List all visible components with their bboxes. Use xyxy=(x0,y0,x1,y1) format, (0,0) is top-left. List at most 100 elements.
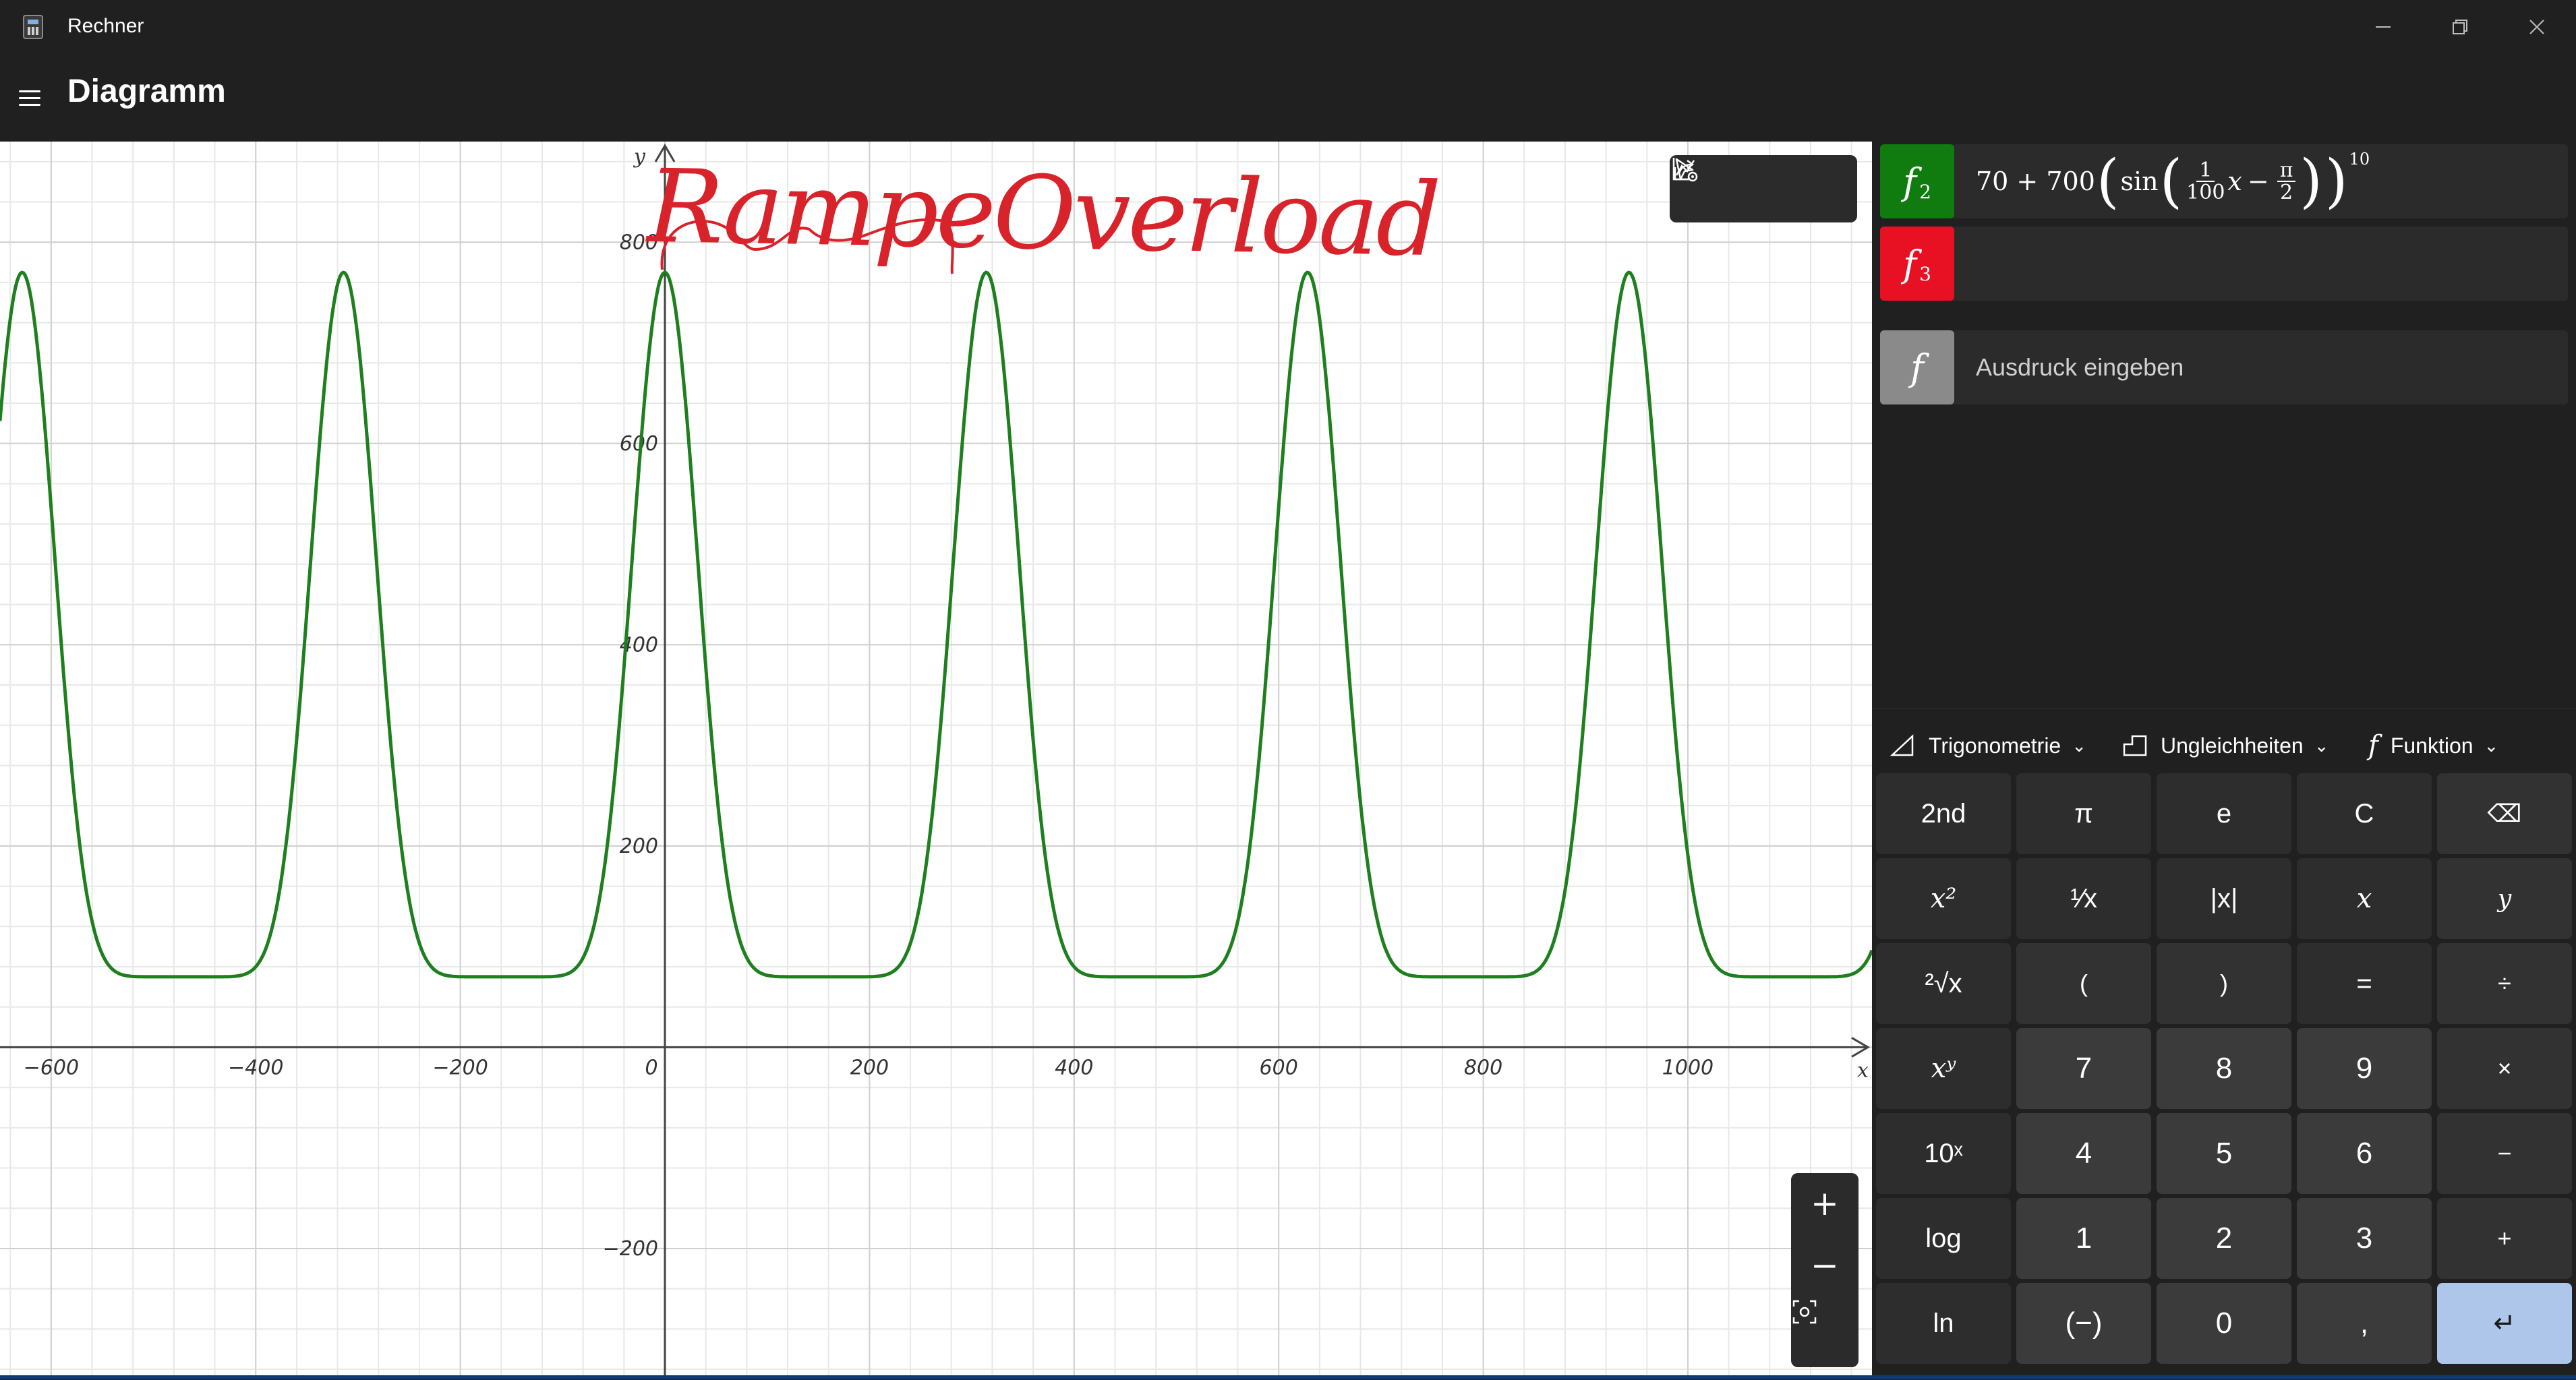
expr-variable: x xyxy=(2227,167,2242,196)
y-tick-label: −200 xyxy=(603,1237,658,1261)
function-expression[interactable]: 70 + 700 ( sin ( 1 100 x − π2 ) ) 10 xyxy=(1976,144,2370,218)
zoom-in-button[interactable]: + xyxy=(1791,1173,1858,1234)
reciprocal-key[interactable]: ¹⁄x xyxy=(2016,858,2151,939)
digit-2-key[interactable]: 2 xyxy=(2157,1198,2291,1279)
expression-input[interactable]: Ausdruck eingeben xyxy=(1976,330,2184,404)
expr-paren: ) xyxy=(2324,148,2348,215)
clear-key[interactable]: C xyxy=(2297,773,2432,854)
app-header: Diagramm xyxy=(0,54,2576,142)
digit-9-key[interactable]: 9 xyxy=(2297,1028,2432,1109)
expr-sin: sin xyxy=(2120,167,2159,196)
pi-key[interactable]: π xyxy=(2016,773,2151,854)
graph-canvas[interactable]: x y −600 −400 −200 0 200 400 600 800 1000 −200 200 40… xyxy=(0,142,1872,1379)
expr-constant: 70 + 700 xyxy=(1976,167,2095,196)
equals-key[interactable]: = xyxy=(2297,943,2432,1024)
euler-key[interactable]: e xyxy=(2157,773,2291,854)
function-label: f xyxy=(1903,160,1917,203)
share-button[interactable] xyxy=(1674,160,1787,212)
menu-icon[interactable] xyxy=(16,85,43,112)
triangle-icon xyxy=(1890,734,1914,756)
function-index: 3 xyxy=(1919,262,1931,285)
inequalities-dropdown[interactable]: Ungleichheiten ⌄ xyxy=(2121,729,2329,762)
function-color-swatch[interactable]: f2 xyxy=(1880,144,1954,218)
chevron-down-icon: ⌄ xyxy=(2072,735,2087,756)
multiply-key[interactable]: × xyxy=(2437,1028,2572,1109)
digit-6-key[interactable]: 6 xyxy=(2297,1113,2432,1194)
decimal-separator-key[interactable]: , xyxy=(2297,1283,2432,1364)
x-variable-key[interactable]: x xyxy=(2297,858,2432,939)
fit-view-button[interactable] xyxy=(1791,1298,1858,1359)
x-tick-label: 400 xyxy=(1055,1056,1093,1079)
function-icon: f xyxy=(2368,730,2378,761)
second-function-key[interactable]: 2nd xyxy=(1876,773,2011,854)
x-tick-label: −400 xyxy=(228,1056,283,1079)
divide-key[interactable]: ÷ xyxy=(2437,943,2572,1024)
function-row-new[interactable]: f Ausdruck eingeben xyxy=(1880,330,2568,404)
chevron-down-icon: ⌄ xyxy=(2314,735,2329,756)
enter-key[interactable]: ↵ xyxy=(2437,1283,2572,1364)
expr-exponent: 10 xyxy=(2349,150,2370,169)
digit-3-key[interactable]: 3 xyxy=(2297,1198,2432,1279)
digit-1-key[interactable]: 1 xyxy=(2016,1198,2151,1279)
function-color-swatch[interactable]: f3 xyxy=(1880,227,1954,301)
calculator-icon xyxy=(23,15,43,39)
x-tick-label: 800 xyxy=(1464,1056,1502,1079)
power-key[interactable]: xʸ xyxy=(1876,1028,2011,1109)
digit-8-key[interactable]: 8 xyxy=(2157,1028,2291,1109)
handwritten-annotation: RampeOverload xyxy=(646,148,1440,280)
zoom-out-button[interactable]: − xyxy=(1791,1235,1858,1296)
function-color-swatch: f xyxy=(1880,330,1954,404)
plus-key[interactable]: + xyxy=(2437,1198,2572,1279)
absolute-value-key[interactable]: |x| xyxy=(2157,858,2291,939)
function-row-f3[interactable]: f3 xyxy=(1880,227,2568,301)
ln-key[interactable]: ln xyxy=(1876,1283,2011,1364)
trigonometry-dropdown[interactable]: Trigonometrie ⌄ xyxy=(1890,729,2086,762)
expr-minus: − xyxy=(2247,167,2269,196)
x-tick-label: 200 xyxy=(850,1056,889,1079)
digit-4-key[interactable]: 4 xyxy=(2016,1113,2151,1194)
negate-key[interactable]: (−) xyxy=(2016,1283,2151,1364)
open-paren-key[interactable]: ( xyxy=(2016,943,2151,1024)
function-label: f xyxy=(1910,346,1924,389)
restore-button[interactable] xyxy=(2422,0,2498,54)
close-button[interactable] xyxy=(2499,0,2575,54)
function-dropdown[interactable]: f Funktion ⌄ xyxy=(2368,729,2498,762)
function-index: 2 xyxy=(1919,180,1931,203)
function-row-f2[interactable]: f2 70 + 700 ( sin ( 1 100 x − π2 ) ) 10 xyxy=(1880,144,2568,218)
y-tick-label: 200 xyxy=(620,835,658,858)
x-axis-label: x xyxy=(1857,1058,1869,1082)
digit-5-key[interactable]: 5 xyxy=(2157,1113,2291,1194)
x-tick-label: 1000 xyxy=(1662,1056,1714,1079)
function-plot[interactable]: xy−600 −400 −200 0 200 400 600 800 1000−20020040… xyxy=(0,142,1872,1379)
page-title: Diagramm xyxy=(67,73,226,109)
log-key[interactable]: log xyxy=(1876,1198,2011,1279)
digit-0-key[interactable]: 0 xyxy=(2157,1283,2291,1364)
ten-power-key[interactable]: 10ˣ xyxy=(1876,1113,2011,1194)
inequality-icon xyxy=(2123,735,2147,756)
close-icon xyxy=(2529,20,2544,34)
x-tick-label: −600 xyxy=(24,1056,79,1079)
menu-label: Funktion xyxy=(2390,733,2473,758)
expr-paren: ( xyxy=(2159,148,2183,215)
window-title: Rechner xyxy=(67,15,144,37)
close-paren-key[interactable]: ) xyxy=(2157,943,2291,1024)
taskbar-edge xyxy=(0,1375,2576,1379)
x-tick-label: −200 xyxy=(432,1056,488,1079)
x-tick-label: 0 xyxy=(645,1056,657,1079)
expr-fraction: π2 xyxy=(2277,159,2296,204)
keypad: Trigonometrie ⌄ Ungleichheiten ⌄ f Funkt… xyxy=(1872,708,2576,1380)
minus-key[interactable]: − xyxy=(2437,1113,2572,1194)
graph-options-button[interactable] xyxy=(1672,158,1845,212)
menu-label: Ungleichheiten xyxy=(2161,733,2304,758)
y-variable-key[interactable]: y xyxy=(2437,858,2572,939)
digit-7-key[interactable]: 7 xyxy=(2016,1028,2151,1109)
chevron-down-icon: ⌄ xyxy=(2484,735,2499,756)
graph-toolbar xyxy=(1670,155,1857,222)
square-root-key[interactable]: ²√x xyxy=(1876,943,2011,1024)
expr-paren: ) xyxy=(2300,148,2322,215)
square-key[interactable]: x² xyxy=(1876,858,2011,939)
minimize-button[interactable] xyxy=(2345,0,2421,54)
backspace-key[interactable]: ⌫ xyxy=(2437,773,2572,854)
menu-label: Trigonometrie xyxy=(1929,733,2061,758)
expr-paren: ( xyxy=(2096,148,2119,215)
